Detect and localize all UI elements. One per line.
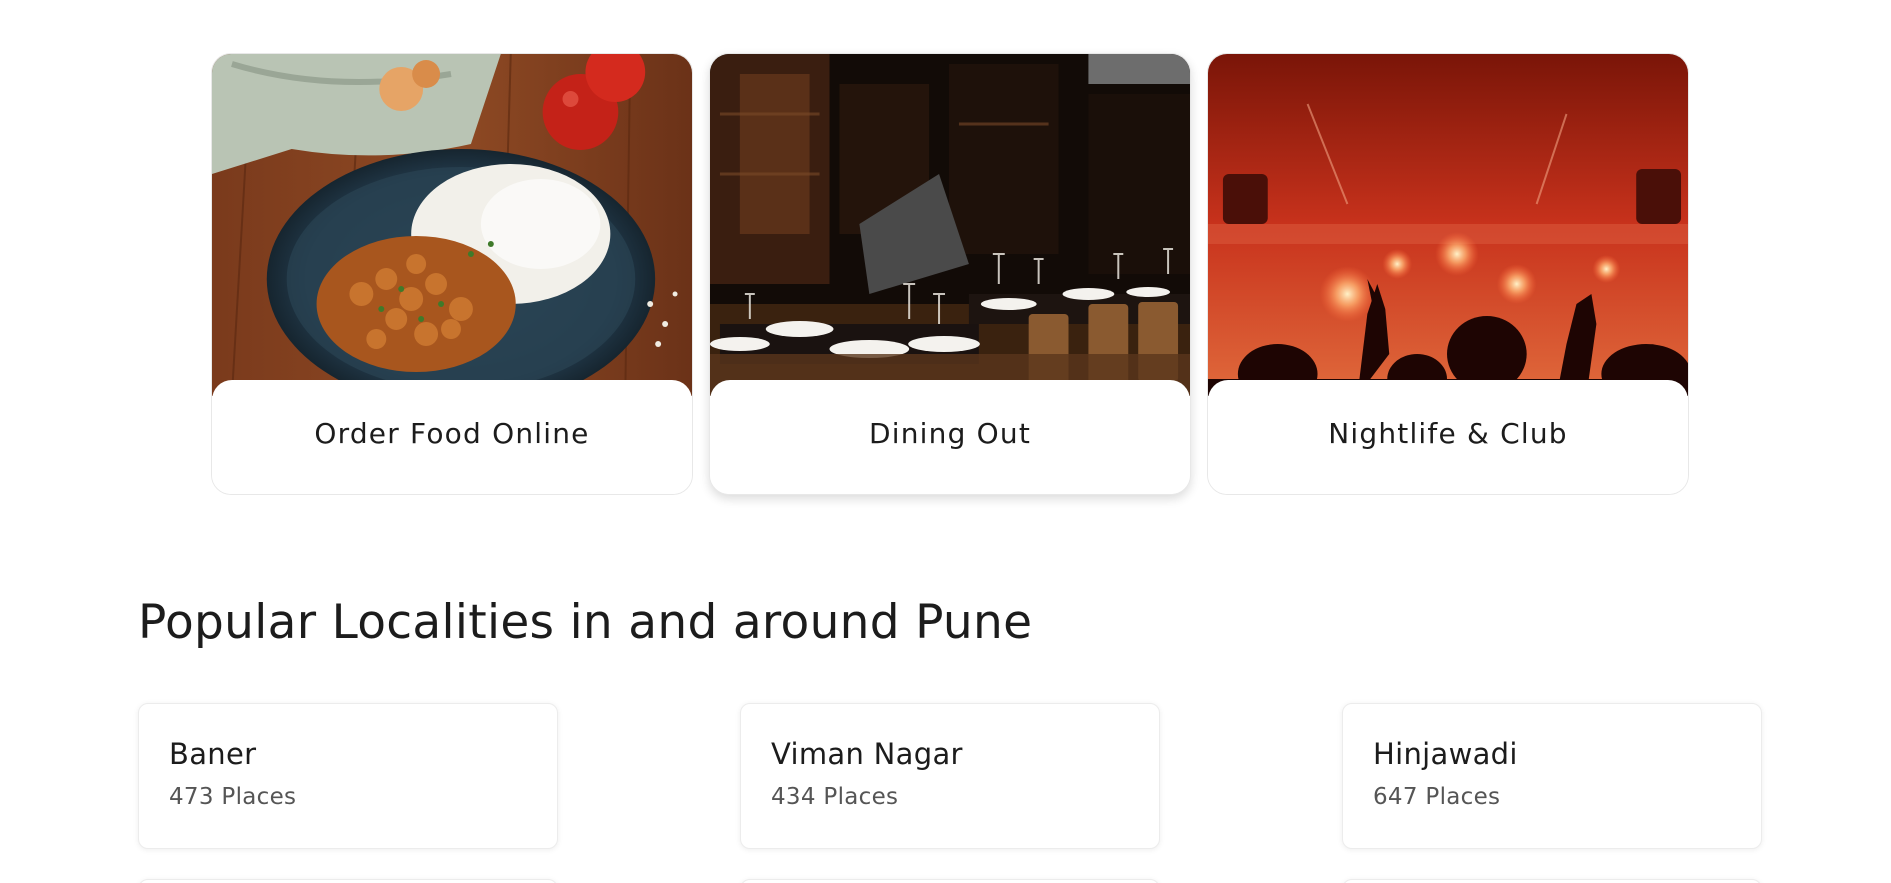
- locality-name: Viman Nagar: [771, 737, 963, 771]
- locality-card-hinjawadi[interactable]: Hinjawadi 647 Places: [1342, 703, 1762, 849]
- locality-card-baner[interactable]: Baner 473 Places: [138, 703, 558, 849]
- category-label-box: Dining Out: [710, 380, 1190, 494]
- category-label: Order Food Online: [314, 416, 590, 450]
- category-card-nightlife-club[interactable]: Nightlife & Club: [1207, 53, 1689, 495]
- locality-card-partial[interactable]: [1342, 879, 1762, 883]
- locality-card-partial[interactable]: [138, 879, 558, 883]
- dining-out-image: [710, 54, 1190, 396]
- category-label-box: Nightlife & Club: [1208, 380, 1688, 494]
- locality-places-count: 647 Places: [1373, 784, 1501, 810]
- category-cards-row: Order Food Online Dining Out Nightlife &…: [211, 53, 1689, 495]
- localities-section-title: Popular Localities in and around Pune: [138, 595, 1033, 650]
- category-label: Dining Out: [868, 416, 1032, 450]
- locality-places-count: 473 Places: [169, 784, 297, 810]
- page: Order Food Online Dining Out Nightlife &…: [0, 0, 1891, 883]
- nightlife-image: [1208, 54, 1688, 396]
- locality-name: Baner: [169, 737, 257, 771]
- locality-places-count: 434 Places: [771, 784, 899, 810]
- order-food-image: [212, 54, 692, 396]
- category-label-box: Order Food Online: [212, 380, 692, 494]
- locality-name: Hinjawadi: [1373, 737, 1518, 771]
- locality-card-partial[interactable]: [740, 879, 1160, 883]
- category-card-order-food-online[interactable]: Order Food Online: [211, 53, 693, 495]
- category-label: Nightlife & Club: [1328, 416, 1568, 450]
- category-card-dining-out[interactable]: Dining Out: [709, 53, 1191, 495]
- locality-card-viman-nagar[interactable]: Viman Nagar 434 Places: [740, 703, 1160, 849]
